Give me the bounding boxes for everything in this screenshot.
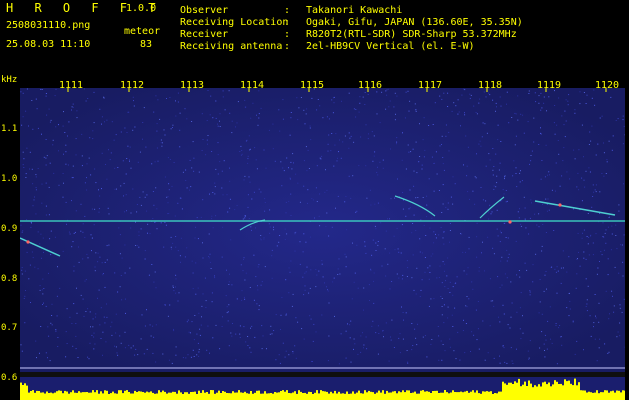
info-colon: :: [284, 5, 291, 16]
y-tick-label: 1.1: [1, 124, 18, 134]
info-value-antenna: 2el-HB9CV Vertical (el. E-W): [306, 41, 475, 52]
info-key-observer: Observer: [180, 5, 229, 16]
info-value-observer: Takanori Kawachi: [306, 5, 403, 16]
info-colon: :: [284, 17, 291, 28]
y-tick-label: 0.8: [1, 274, 18, 284]
info-colon: :: [284, 29, 291, 40]
meteor-head: [508, 220, 512, 224]
spectrogram-background: [20, 88, 625, 372]
meteor-head: [26, 240, 30, 244]
y-tick-label: 0.9: [1, 224, 18, 234]
info-value-receiver: R820T2(RTL-SDR) SDR-Sharp 53.372MHz: [306, 29, 517, 40]
spectrogram: [20, 88, 625, 372]
y-tick-label: 0.6: [1, 373, 18, 383]
info-colon: :: [284, 41, 291, 52]
y-tick-label: 1.0: [1, 174, 18, 184]
meteor-head: [558, 203, 562, 207]
info-key-receiver: Receiver: [180, 29, 229, 40]
axis-unit-label: kHz: [1, 75, 18, 85]
info-key-location: Receiving Location: [180, 17, 289, 28]
header-panel: H R O F F T 1.0.0 2508031110.png meteor …: [0, 0, 629, 72]
signal-level-bar: [20, 372, 625, 400]
info-value-location: Ogaki, Gifu, JAPAN (136.60E, 35.35N): [306, 17, 523, 28]
meteor-count: 83: [140, 39, 153, 50]
file-name: 2508031110.png: [6, 20, 91, 31]
y-tick-label: 0.7: [1, 323, 18, 333]
timestamp: 25.08.03 11:10: [6, 39, 91, 50]
info-key-antenna: Receiving antenna: [180, 41, 283, 52]
app-version: 1.0.0: [126, 3, 157, 14]
meteor-label: meteor: [124, 26, 161, 37]
